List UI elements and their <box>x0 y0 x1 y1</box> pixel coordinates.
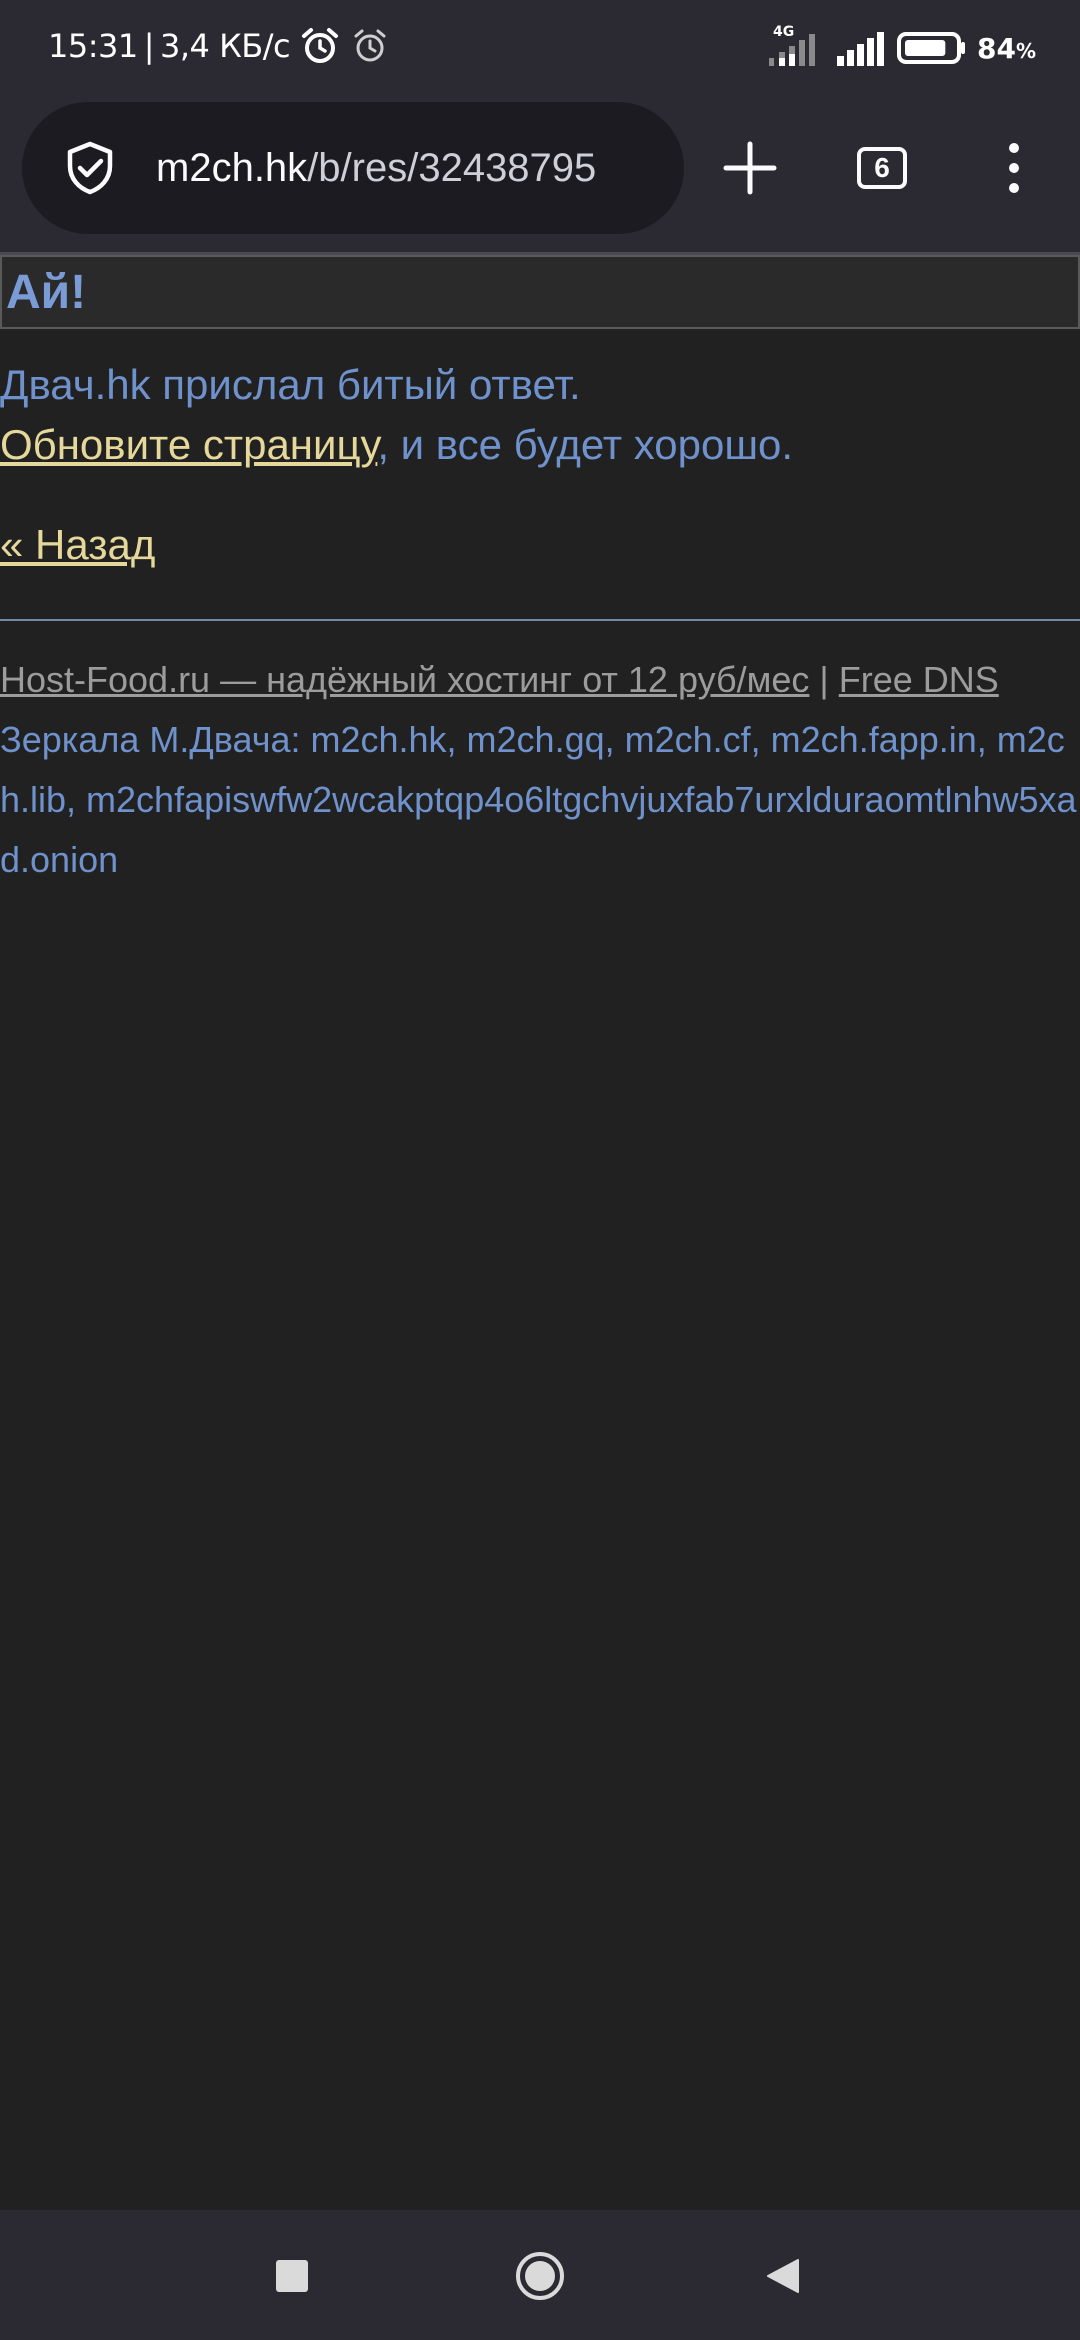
battery-icon <box>896 32 965 64</box>
url-path: /b/res/32438795 <box>307 146 597 190</box>
signal-icon <box>836 32 884 66</box>
footer-divider <box>0 619 1080 621</box>
error-message: Двач.hk прислал битый ответ. <box>0 361 581 408</box>
url-domain: m2ch.hk <box>156 146 308 190</box>
home-button[interactable] <box>496 2232 584 2320</box>
alarm-clock-icon <box>302 28 339 63</box>
new-tab-button[interactable] <box>706 124 794 212</box>
status-bar: 15:31 | 3,4 КБ/с 4G 84% <box>0 0 1080 100</box>
refresh-message: Обновите страницу, и все будет хорошо. <box>0 415 793 475</box>
recent-apps-button[interactable] <box>248 2232 336 2320</box>
network-speed: 3,4 КБ/с <box>160 27 291 65</box>
home-icon <box>516 2252 564 2300</box>
browser-toolbar: m2ch.hk/b/res/32438795 6 <box>0 100 1080 255</box>
back-link-row: « Назад <box>0 515 155 575</box>
footer-links: Host-Food.ru — надёжный хостинг от 12 ру… <box>0 650 999 710</box>
tabs-button[interactable]: 6 <box>838 124 926 212</box>
recent-apps-icon <box>276 2260 308 2292</box>
status-left: 15:31 | 3,4 КБ/с <box>48 26 390 66</box>
url-bar[interactable]: m2ch.hk/b/res/32438795 <box>22 102 684 234</box>
back-link[interactable]: « Назад <box>0 521 155 568</box>
tab-count: 6 <box>874 152 890 183</box>
more-menu-button[interactable] <box>970 124 1058 212</box>
more-menu-icon <box>1009 143 1019 193</box>
hosting-link[interactable]: Host-Food.ru — надёжный хостинг от 12 ру… <box>0 659 809 700</box>
battery-unit: % <box>1015 38 1036 63</box>
shield-icon[interactable] <box>62 140 118 196</box>
status-time: 15:31 <box>48 27 138 65</box>
refresh-page-link[interactable]: Обновите страницу <box>0 421 377 468</box>
url-text[interactable]: m2ch.hk/b/res/32438795 <box>156 138 676 198</box>
system-nav-bar <box>0 2210 1080 2340</box>
plus-icon <box>723 141 777 195</box>
back-button[interactable] <box>740 2232 828 2320</box>
page-title: Ай! <box>6 266 87 319</box>
status-right: 4G 84% <box>757 24 1036 68</box>
mirrors-list: Зеркала М.Двача: m2ch.hk, m2ch.gq, m2ch.… <box>0 719 1077 880</box>
refresh-message-rest: , и все будет хорошо. <box>377 421 794 468</box>
battery-value: 84 <box>976 31 1016 65</box>
alarm-icon <box>354 29 386 62</box>
status-separator: | <box>143 27 155 65</box>
free-dns-link[interactable]: Free DNS <box>839 659 999 700</box>
back-icon <box>767 2259 799 2293</box>
page-title-box: Ай! <box>0 255 1080 329</box>
signal-weak-icon <box>768 34 815 66</box>
footer-separator: | <box>809 659 839 700</box>
tabs-icon: 6 <box>857 147 907 189</box>
network-4g-signal: 4G <box>767 24 825 68</box>
battery-percent: 84% <box>977 32 1036 65</box>
url-fade <box>604 102 684 234</box>
